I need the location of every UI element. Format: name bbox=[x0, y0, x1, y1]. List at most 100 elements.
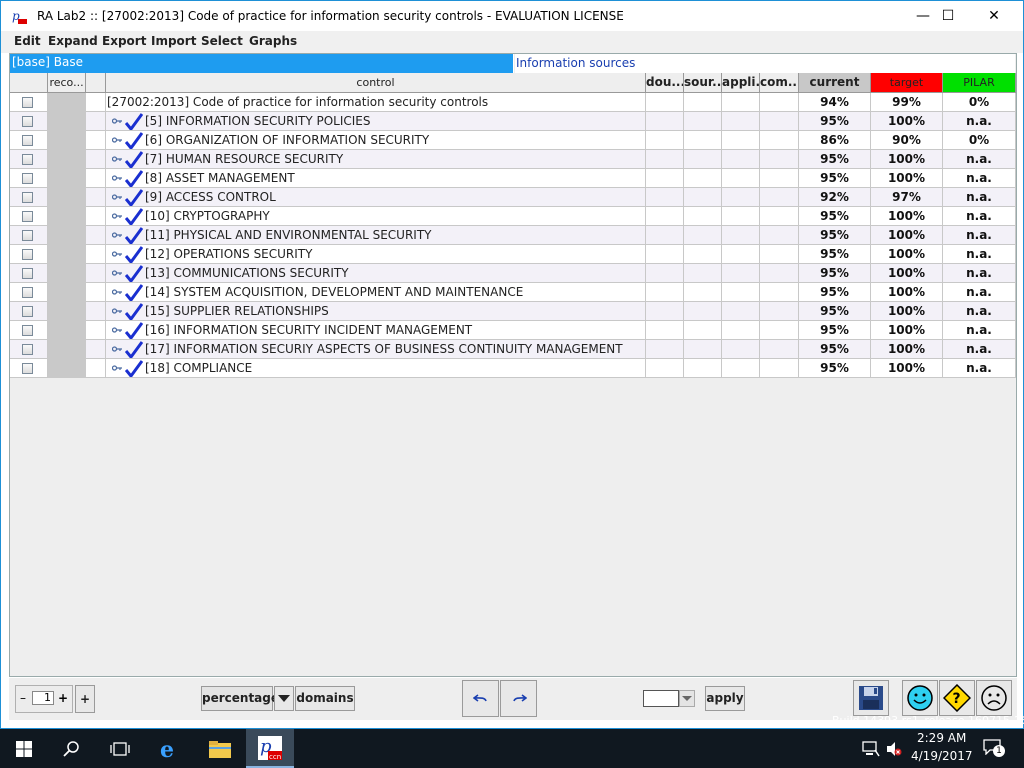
table-row[interactable]: [11] PHYSICAL AND ENVIRONMENTAL SECURITY… bbox=[10, 226, 1016, 245]
target-cell[interactable]: 100% bbox=[871, 283, 943, 302]
control-cell[interactable]: [11] PHYSICAL AND ENVIRONMENTAL SECURITY bbox=[106, 226, 646, 245]
table-row[interactable]: [7] HUMAN RESOURCE SECURITY 95% 100% n.a. bbox=[10, 150, 1016, 169]
target-cell[interactable]: 97% bbox=[871, 188, 943, 207]
pilar-cell[interactable]: 0% bbox=[943, 131, 1016, 150]
apply-button[interactable]: apply bbox=[705, 686, 745, 711]
header-blank[interactable] bbox=[86, 73, 106, 93]
row-checkbox[interactable] bbox=[22, 230, 33, 241]
pilar-cell[interactable]: n.a. bbox=[943, 283, 1016, 302]
clock-time[interactable]: 2:29 AM bbox=[917, 731, 966, 745]
row-checkbox[interactable] bbox=[22, 192, 33, 203]
key-icon[interactable] bbox=[112, 287, 122, 297]
pilar-cell[interactable]: n.a. bbox=[943, 264, 1016, 283]
edge-button[interactable]: e bbox=[146, 729, 194, 768]
volume-muted-icon[interactable] bbox=[886, 741, 902, 761]
row-checkbox[interactable] bbox=[22, 116, 33, 127]
table-row[interactable]: [27002:2013] Code of practice for inform… bbox=[10, 93, 1016, 112]
header-com[interactable]: com... bbox=[760, 73, 799, 93]
current-cell[interactable]: 95% bbox=[799, 112, 871, 131]
row-checkbox[interactable] bbox=[22, 249, 33, 260]
target-cell[interactable]: 100% bbox=[871, 169, 943, 188]
level-decrement-button[interactable]: – bbox=[20, 691, 26, 705]
control-cell[interactable]: [9] ACCESS CONTROL bbox=[106, 188, 646, 207]
header-target[interactable]: target bbox=[871, 73, 943, 93]
header-dou[interactable]: dou... bbox=[646, 73, 684, 93]
level-input[interactable]: 1 bbox=[32, 691, 54, 705]
info-sources-tab[interactable]: Information sources bbox=[515, 54, 1015, 73]
header-current[interactable]: current bbox=[799, 73, 871, 93]
current-cell[interactable]: 95% bbox=[799, 283, 871, 302]
key-icon[interactable] bbox=[112, 116, 122, 126]
current-cell[interactable]: 95% bbox=[799, 340, 871, 359]
key-icon[interactable] bbox=[112, 344, 122, 354]
control-cell[interactable]: [10] CRYPTOGRAPHY bbox=[106, 207, 646, 226]
control-cell[interactable]: [14] SYSTEM ACQUISITION, DEVELOPMENT AND… bbox=[106, 283, 646, 302]
pilar-cell[interactable]: n.a. bbox=[943, 226, 1016, 245]
task-view-button[interactable] bbox=[96, 729, 144, 768]
current-cell[interactable]: 95% bbox=[799, 302, 871, 321]
row-checkbox[interactable] bbox=[22, 154, 33, 165]
current-cell[interactable]: 95% bbox=[799, 321, 871, 340]
key-icon[interactable] bbox=[112, 211, 122, 221]
table-row[interactable]: [9] ACCESS CONTROL 92% 97% n.a. bbox=[10, 188, 1016, 207]
control-cell[interactable]: [6] ORGANIZATION OF INFORMATION SECURITY bbox=[106, 131, 646, 150]
key-icon[interactable] bbox=[112, 363, 122, 373]
menu-export[interactable]: Export bbox=[102, 34, 146, 48]
pilar-cell[interactable]: n.a. bbox=[943, 359, 1016, 378]
close-button[interactable]: ✕ bbox=[971, 1, 1017, 31]
ra-lab-taskbar-button[interactable]: p ccn bbox=[246, 729, 294, 768]
target-cell[interactable]: 100% bbox=[871, 112, 943, 131]
start-button[interactable] bbox=[0, 729, 48, 768]
target-cell[interactable]: 100% bbox=[871, 150, 943, 169]
help-button[interactable]: ? bbox=[939, 680, 975, 716]
key-icon[interactable] bbox=[112, 154, 122, 164]
maximize-button[interactable]: ☐ bbox=[925, 1, 971, 31]
row-checkbox[interactable] bbox=[22, 268, 33, 279]
key-icon[interactable] bbox=[112, 325, 122, 335]
control-cell[interactable]: [7] HUMAN RESOURCE SECURITY bbox=[106, 150, 646, 169]
save-button[interactable] bbox=[853, 680, 889, 716]
pilar-cell[interactable]: n.a. bbox=[943, 340, 1016, 359]
control-cell[interactable]: [15] SUPPLIER RELATIONSHIPS bbox=[106, 302, 646, 321]
table-row[interactable]: [17] INFORMATION SECURIY ASPECTS OF BUSI… bbox=[10, 340, 1016, 359]
menu-edit[interactable]: Edit bbox=[14, 34, 41, 48]
row-checkbox[interactable] bbox=[22, 97, 33, 108]
title-bar[interactable]: p RA Lab2 :: [27002:2013] Code of practi… bbox=[1, 1, 1023, 31]
undo-button[interactable] bbox=[462, 680, 499, 717]
row-checkbox[interactable] bbox=[22, 363, 33, 374]
table-row[interactable]: [10] CRYPTOGRAPHY 95% 100% n.a. bbox=[10, 207, 1016, 226]
target-cell[interactable]: 100% bbox=[871, 226, 943, 245]
current-cell[interactable]: 95% bbox=[799, 150, 871, 169]
key-icon[interactable] bbox=[112, 173, 122, 183]
current-cell[interactable]: 95% bbox=[799, 245, 871, 264]
control-cell[interactable]: [13] COMMUNICATIONS SECURITY bbox=[106, 264, 646, 283]
header-appli[interactable]: appli... bbox=[722, 73, 760, 93]
current-cell[interactable]: 94% bbox=[799, 93, 871, 112]
menu-graphs[interactable]: Graphs bbox=[249, 34, 297, 48]
network-icon[interactable] bbox=[862, 741, 880, 761]
redo-button[interactable] bbox=[500, 680, 537, 717]
row-checkbox[interactable] bbox=[22, 173, 33, 184]
color-picker-field[interactable] bbox=[643, 690, 679, 707]
control-cell[interactable]: [5] INFORMATION SECURITY POLICIES bbox=[106, 112, 646, 131]
target-cell[interactable]: 100% bbox=[871, 302, 943, 321]
target-cell[interactable]: 100% bbox=[871, 245, 943, 264]
target-cell[interactable]: 99% bbox=[871, 93, 943, 112]
header-sour[interactable]: sour... bbox=[684, 73, 722, 93]
menu-import[interactable]: Import bbox=[151, 34, 196, 48]
mode-dropdown-button[interactable] bbox=[274, 686, 294, 711]
menu-expand[interactable]: Expand bbox=[48, 34, 98, 48]
current-cell[interactable]: 86% bbox=[799, 131, 871, 150]
current-cell[interactable]: 95% bbox=[799, 264, 871, 283]
table-row[interactable]: [5] INFORMATION SECURITY POLICIES 95% 100%… bbox=[10, 112, 1016, 131]
pilar-cell[interactable]: n.a. bbox=[943, 207, 1016, 226]
key-icon[interactable] bbox=[112, 135, 122, 145]
table-row[interactable]: [18] COMPLIANCE 95% 100% n.a. bbox=[10, 359, 1016, 378]
domains-button[interactable]: domains bbox=[295, 686, 355, 711]
control-cell[interactable]: [12] OPERATIONS SECURITY bbox=[106, 245, 646, 264]
target-cell[interactable]: 100% bbox=[871, 340, 943, 359]
search-button[interactable] bbox=[48, 729, 96, 768]
pilar-cell[interactable]: n.a. bbox=[943, 321, 1016, 340]
key-icon[interactable] bbox=[112, 230, 122, 240]
pilar-cell[interactable]: n.a. bbox=[943, 245, 1016, 264]
